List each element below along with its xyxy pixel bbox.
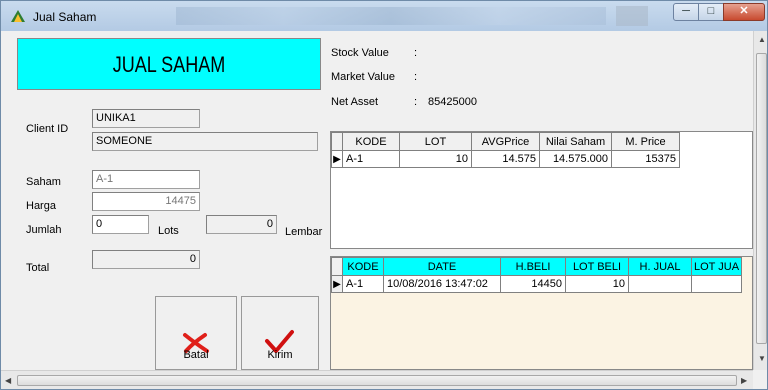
grid-corner bbox=[331, 257, 343, 276]
close-icon: ✕ bbox=[739, 5, 749, 17]
col-header-lot-beli[interactable]: LOT BELI bbox=[565, 257, 629, 276]
title-bar-background bbox=[176, 7, 606, 25]
net-asset-separator: : bbox=[414, 96, 418, 108]
scroll-down-icon[interactable]: ▼ bbox=[758, 354, 766, 363]
grid-corner bbox=[331, 132, 343, 151]
kirim-button[interactable]: Kirim bbox=[241, 296, 319, 370]
title-bar-background-block bbox=[616, 6, 648, 26]
minimize-button[interactable]: ─ bbox=[673, 3, 699, 21]
col-header-lot[interactable]: LOT bbox=[399, 132, 472, 151]
lembar-field[interactable]: 0 bbox=[206, 215, 277, 234]
col-header-kode[interactable]: KODE bbox=[342, 257, 384, 276]
jumlah-label: Jumlah bbox=[26, 224, 62, 236]
stock-value-label: Stock Value bbox=[331, 47, 389, 59]
cell-kode[interactable]: A-1 bbox=[342, 275, 384, 293]
cell-nilai-saham[interactable]: 14.575.000 bbox=[539, 150, 612, 168]
col-header-m-price[interactable]: M. Price bbox=[611, 132, 680, 151]
horizontal-scrollbar[interactable]: ◀ ▶ bbox=[1, 370, 753, 389]
market-value-label: Market Value bbox=[331, 71, 395, 83]
window-title: Jual Saham bbox=[33, 10, 97, 24]
col-header-kode[interactable]: KODE bbox=[342, 132, 400, 151]
close-button[interactable]: ✕ bbox=[723, 3, 765, 21]
vertical-scrollbar[interactable]: ▲ ▼ bbox=[753, 31, 767, 370]
maximize-icon: □ bbox=[707, 5, 715, 17]
client-id-label: Client ID bbox=[26, 123, 69, 135]
cell-h-jual[interactable] bbox=[628, 275, 692, 293]
scroll-left-icon[interactable]: ◀ bbox=[5, 376, 11, 385]
minimize-icon: ─ bbox=[682, 5, 690, 17]
net-asset-value: 85425000 bbox=[428, 96, 477, 108]
batal-button[interactable]: Batal bbox=[155, 296, 237, 370]
col-header-lot-jual[interactable]: LOT JUA bbox=[690, 257, 743, 276]
harga-label: Harga bbox=[26, 200, 56, 212]
client-name-field[interactable]: SOMEONE bbox=[92, 132, 318, 151]
table-row[interactable]: ▶ A-1 10/08/2016 13:47:02 14450 10 bbox=[331, 275, 743, 293]
horizontal-scroll-thumb[interactable] bbox=[17, 375, 737, 386]
saham-field[interactable]: A-1 bbox=[92, 170, 200, 189]
client-id-field[interactable]: UNIKA1 bbox=[92, 109, 200, 128]
cell-h-beli[interactable]: 14450 bbox=[500, 275, 566, 293]
stock-value-separator: : bbox=[414, 47, 418, 59]
cell-lot[interactable]: 10 bbox=[399, 150, 472, 168]
cell-m-price[interactable]: 15375 bbox=[611, 150, 680, 168]
batal-label: Batal bbox=[183, 349, 209, 361]
history-grid[interactable]: KODE DATE H.BELI LOT BELI H. JUAL LOT JU… bbox=[330, 256, 753, 370]
market-value-separator: : bbox=[414, 71, 418, 83]
app-icon bbox=[11, 10, 25, 22]
col-header-h-beli[interactable]: H.BELI bbox=[500, 257, 566, 276]
saham-label: Saham bbox=[26, 176, 61, 188]
table-row[interactable]: ▶ A-1 10 14.575 14.575.000 15375 bbox=[331, 150, 680, 168]
jumlah-input[interactable]: 0 bbox=[92, 215, 149, 234]
scroll-right-icon[interactable]: ▶ bbox=[741, 376, 747, 385]
vertical-scroll-thumb[interactable] bbox=[756, 53, 767, 344]
col-header-h-jual[interactable]: H. JUAL bbox=[628, 257, 692, 276]
col-header-avgprice[interactable]: AVGPrice bbox=[471, 132, 540, 151]
cell-date[interactable]: 10/08/2016 13:47:02 bbox=[383, 275, 501, 293]
lots-label: Lots bbox=[158, 225, 179, 237]
col-header-nilai-saham[interactable]: Nilai Saham bbox=[539, 132, 612, 151]
cell-lot-jual[interactable] bbox=[690, 275, 743, 293]
harga-field[interactable]: 14475 bbox=[92, 192, 200, 211]
portfolio-grid[interactable]: KODE LOT AVGPrice Nilai Saham M. Price ▶… bbox=[330, 131, 753, 249]
scroll-up-icon[interactable]: ▲ bbox=[758, 35, 766, 44]
form-client-area: JUAL SAHAM Client ID UNIKA1 SOMEONE Saha… bbox=[9, 31, 753, 370]
row-indicator-icon: ▶ bbox=[331, 275, 343, 293]
page-title: JUAL SAHAM bbox=[112, 52, 226, 77]
cell-kode[interactable]: A-1 bbox=[342, 150, 400, 168]
page-title-banner: JUAL SAHAM bbox=[17, 38, 321, 90]
net-asset-label: Net Asset bbox=[331, 96, 379, 108]
col-header-date[interactable]: DATE bbox=[383, 257, 501, 276]
jual-saham-window: Jual Saham ─ □ ✕ JUAL SAHAM Client ID UN… bbox=[0, 0, 768, 390]
total-label: Total bbox=[26, 262, 50, 274]
title-bar[interactable]: Jual Saham ─ □ ✕ bbox=[1, 1, 767, 31]
kirim-label: Kirim bbox=[267, 349, 293, 361]
cell-avgprice[interactable]: 14.575 bbox=[471, 150, 540, 168]
cell-lot-beli[interactable]: 10 bbox=[565, 275, 629, 293]
total-field[interactable]: 0 bbox=[92, 250, 200, 269]
lembar-label: Lembar bbox=[285, 226, 323, 238]
row-indicator-icon: ▶ bbox=[331, 150, 343, 168]
maximize-button[interactable]: □ bbox=[698, 3, 724, 21]
